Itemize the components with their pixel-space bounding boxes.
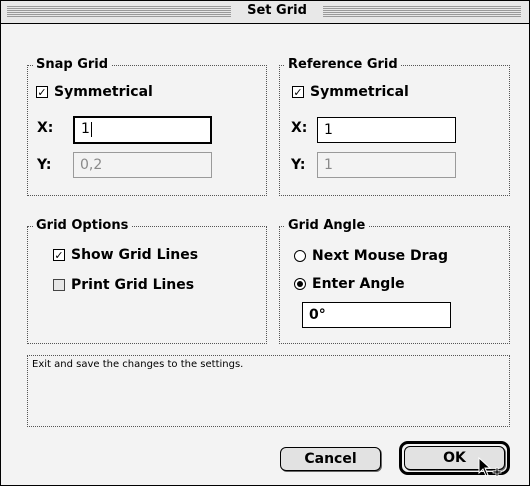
- radio-selected-icon[interactable]: [294, 278, 306, 290]
- title-bar-stripes-right: [323, 6, 521, 18]
- checkbox-unchecked-icon[interactable]: [53, 279, 65, 291]
- text-caret: [90, 121, 92, 137]
- snap-grid-symmetrical-checkbox[interactable]: ✓ Symmetrical: [36, 84, 153, 100]
- next-mouse-drag-label: Next Mouse Drag: [312, 248, 449, 264]
- snap-grid-y-value: 0,2: [80, 157, 103, 173]
- reference-grid-symmetrical-checkbox[interactable]: ✓ Symmetrical: [292, 84, 409, 100]
- print-grid-lines-label: Print Grid Lines: [71, 277, 195, 293]
- reference-grid-symmetrical-label: Symmetrical: [310, 84, 409, 100]
- enter-angle-radio[interactable]: Enter Angle: [294, 276, 405, 292]
- next-mouse-drag-radio[interactable]: Next Mouse Drag: [294, 248, 448, 264]
- set-grid-dialog: Set Grid Snap Grid ✓ Symmetrical X: 1 Y:…: [0, 0, 530, 486]
- snap-grid-y-label: Y:: [37, 157, 52, 173]
- snap-grid-x-value: 1: [81, 121, 90, 137]
- enter-angle-label: Enter Angle: [312, 276, 405, 292]
- dialog-title: Set Grid: [247, 3, 307, 18]
- show-grid-lines-label: Show Grid Lines: [71, 247, 199, 263]
- snap-grid-y-field[interactable]: 0,2: [73, 152, 212, 178]
- checkbox-checked-icon[interactable]: ✓: [292, 86, 304, 98]
- help-text-box: Exit and save the changes to the setting…: [27, 355, 510, 427]
- title-bar[interactable]: Set Grid: [1, 1, 529, 24]
- reference-grid-y-label: Y:: [291, 157, 306, 173]
- snap-grid-x-label: X:: [37, 120, 54, 136]
- snap-grid-symmetrical-label: Symmetrical: [54, 84, 153, 100]
- reference-grid-x-label: X:: [291, 120, 308, 136]
- help-text: Exit and save the changes to the setting…: [32, 359, 244, 370]
- checkbox-checked-icon[interactable]: ✓: [53, 249, 65, 261]
- title-bar-stripes-left: [7, 6, 231, 18]
- snap-grid-label: Snap Grid: [33, 57, 112, 73]
- grid-options-label: Grid Options: [33, 218, 132, 234]
- checkbox-checked-icon[interactable]: ✓: [36, 86, 48, 98]
- cancel-button[interactable]: Cancel: [280, 447, 381, 471]
- snap-grid-x-field[interactable]: 1: [73, 116, 212, 144]
- reference-grid-label: Reference Grid: [285, 57, 401, 73]
- show-grid-lines-checkbox[interactable]: ✓ Show Grid Lines: [53, 247, 198, 263]
- grid-angle-label: Grid Angle: [285, 218, 369, 234]
- reference-grid-x-value: 1: [324, 122, 333, 138]
- reference-grid-y-value: 1: [324, 157, 333, 173]
- angle-field[interactable]: 0°: [302, 302, 451, 328]
- reference-grid-y-field[interactable]: 1: [317, 152, 456, 178]
- reference-grid-x-field[interactable]: 1: [317, 117, 456, 143]
- radio-unselected-icon[interactable]: [294, 250, 306, 262]
- angle-value: 0°: [309, 307, 326, 323]
- print-grid-lines-checkbox[interactable]: Print Grid Lines: [53, 277, 194, 293]
- copy-cursor-icon: [478, 457, 502, 477]
